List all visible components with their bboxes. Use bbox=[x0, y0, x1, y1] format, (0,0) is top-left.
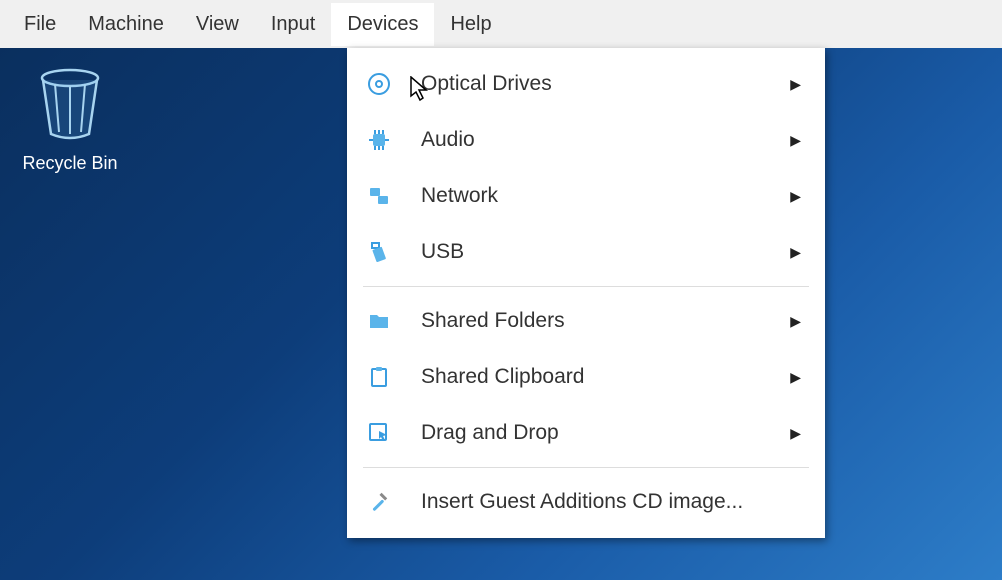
submenu-arrow-icon: ▶ bbox=[790, 425, 801, 442]
submenu-arrow-icon: ▶ bbox=[790, 188, 801, 205]
menubar: File Machine View Input Devices Help bbox=[0, 0, 1002, 48]
submenu-arrow-icon: ▶ bbox=[790, 76, 801, 93]
menu-separator bbox=[363, 467, 809, 468]
clipboard-icon bbox=[365, 363, 393, 391]
usb-icon bbox=[365, 238, 393, 266]
menu-help[interactable]: Help bbox=[434, 3, 507, 46]
desktop-icon-label: Recycle Bin bbox=[20, 153, 120, 174]
submenu-arrow-icon: ▶ bbox=[790, 132, 801, 149]
menu-item-label: Insert Guest Additions CD image... bbox=[421, 490, 801, 514]
disc-icon bbox=[365, 70, 393, 98]
menu-devices[interactable]: Devices bbox=[331, 3, 434, 46]
submenu-arrow-icon: ▶ bbox=[790, 313, 801, 330]
chip-icon bbox=[365, 126, 393, 154]
menu-item-label: Optical Drives bbox=[421, 72, 790, 96]
devices-dropdown: Optical Drives ▶ Audio ▶ Network ▶ USB ▶… bbox=[347, 48, 825, 538]
menu-usb[interactable]: USB ▶ bbox=[347, 224, 825, 280]
folder-icon bbox=[365, 307, 393, 335]
menu-item-label: USB bbox=[421, 240, 790, 264]
menu-shared-clipboard[interactable]: Shared Clipboard ▶ bbox=[347, 349, 825, 405]
recycle-bin-icon bbox=[35, 66, 105, 142]
network-icon bbox=[365, 182, 393, 210]
submenu-arrow-icon: ▶ bbox=[790, 244, 801, 261]
menu-separator bbox=[363, 286, 809, 287]
menu-audio[interactable]: Audio ▶ bbox=[347, 112, 825, 168]
menu-machine[interactable]: Machine bbox=[72, 3, 180, 46]
menu-item-label: Shared Clipboard bbox=[421, 365, 790, 389]
menu-shared-folders[interactable]: Shared Folders ▶ bbox=[347, 293, 825, 349]
desktop-icon-recycle-bin[interactable]: Recycle Bin bbox=[20, 66, 120, 174]
menu-item-label: Network bbox=[421, 184, 790, 208]
menu-view[interactable]: View bbox=[180, 3, 255, 46]
menu-item-label: Audio bbox=[421, 128, 790, 152]
menu-file[interactable]: File bbox=[8, 3, 72, 46]
menu-optical-drives[interactable]: Optical Drives ▶ bbox=[347, 56, 825, 112]
menu-item-label: Drag and Drop bbox=[421, 421, 790, 445]
menu-insert-guest-additions[interactable]: Insert Guest Additions CD image... bbox=[347, 474, 825, 530]
submenu-arrow-icon: ▶ bbox=[790, 369, 801, 386]
menu-drag-and-drop[interactable]: Drag and Drop ▶ bbox=[347, 405, 825, 461]
screwdriver-icon bbox=[365, 488, 393, 516]
menu-network[interactable]: Network ▶ bbox=[347, 168, 825, 224]
menu-input[interactable]: Input bbox=[255, 3, 331, 46]
dragdrop-icon bbox=[365, 419, 393, 447]
menu-item-label: Shared Folders bbox=[421, 309, 790, 333]
